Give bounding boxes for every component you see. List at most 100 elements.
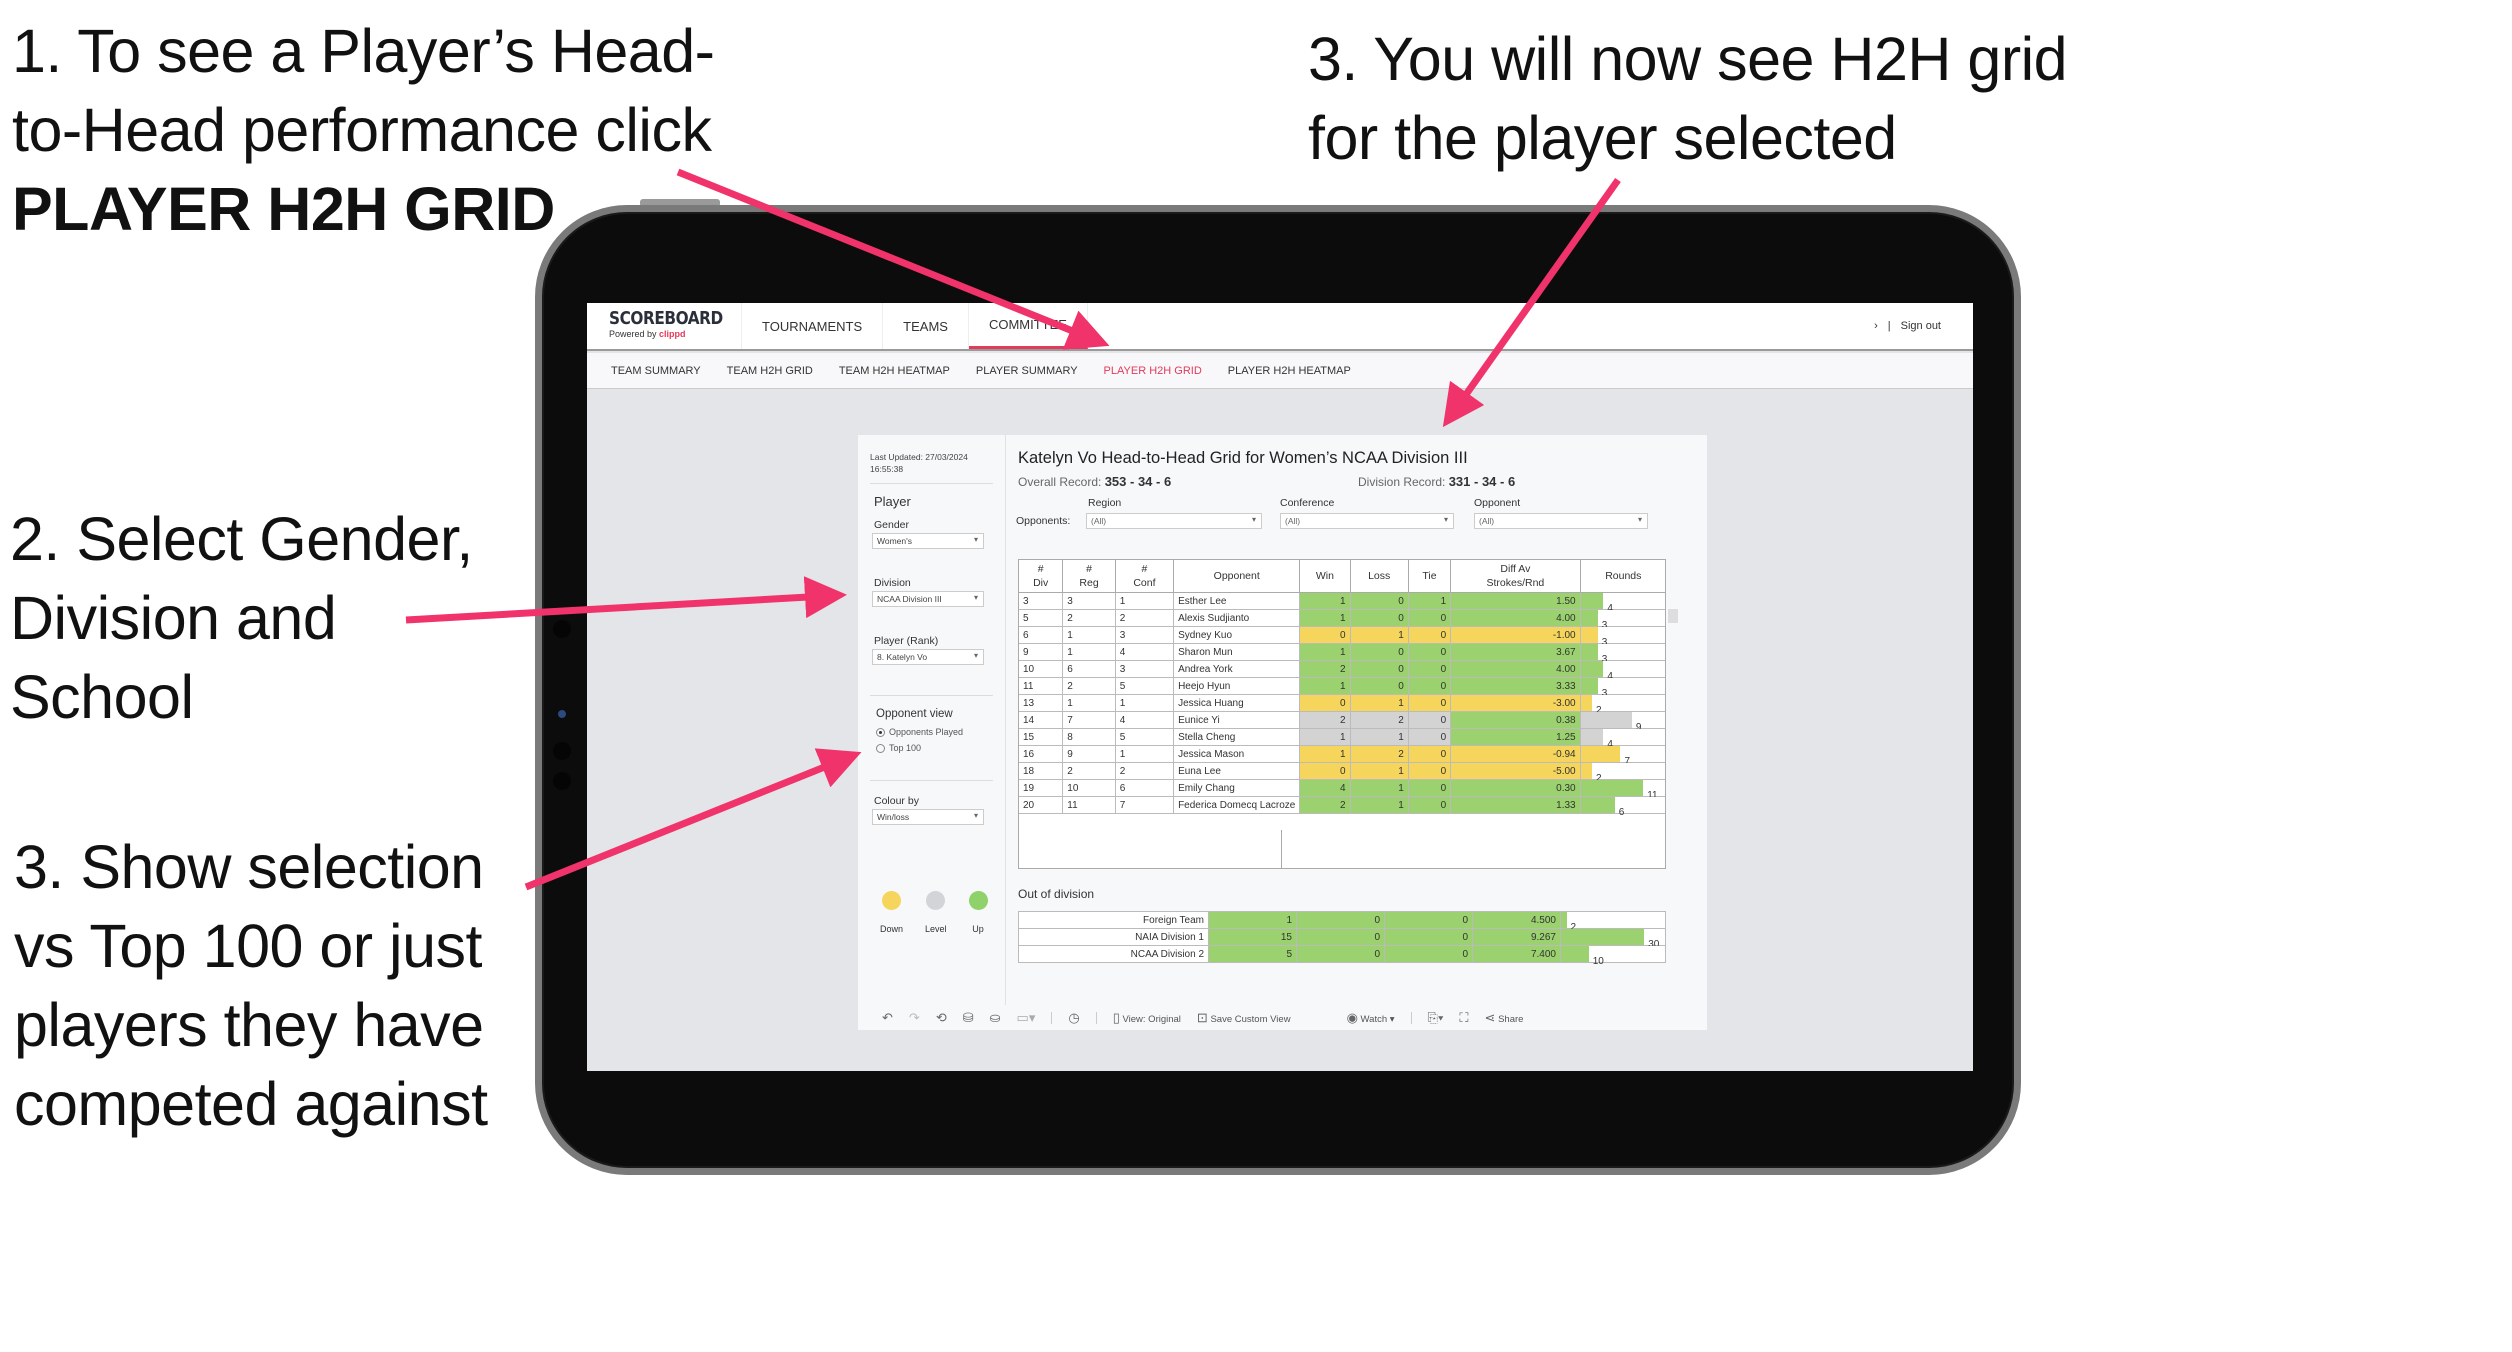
table-row[interactable]: 10 6 3 Andrea York 2 0 0 4.00 4	[1019, 660, 1665, 682]
colour-legend: Down Level Up	[880, 891, 993, 934]
rounds-bar	[1580, 644, 1598, 660]
table-row[interactable]: 18 2 2 Euna Lee 0 1 0 -5.00 2	[1019, 762, 1665, 784]
cell-conf: 1	[1114, 592, 1175, 610]
column-header[interactable]: Rounds	[1579, 560, 1665, 593]
cell-conf: 2	[1114, 609, 1175, 627]
save-view-icon: ⊡	[1196, 1009, 1208, 1025]
conference-select[interactable]: (All)	[1280, 513, 1454, 529]
highlight-icon[interactable]: ▭▾	[1017, 1010, 1036, 1026]
grid-scrollbar[interactable]	[1668, 609, 1678, 623]
view-original-button[interactable]: ▯ View: Original	[1113, 1010, 1181, 1026]
tab-player-h2h-heatmap[interactable]: PLAYER H2H HEATMAP	[1228, 365, 1351, 377]
refresh-data-icon[interactable]: ⛁	[963, 1010, 974, 1026]
cell-rounds: 3	[1579, 609, 1665, 631]
cell-opponent: Eunice Yi	[1173, 711, 1301, 729]
scoreboard-logo[interactable]: SCOREBOARD Powered by clippd	[587, 303, 742, 349]
tab-team-summary[interactable]: TEAM SUMMARY	[611, 365, 701, 377]
cell-win: 0	[1299, 626, 1351, 644]
cell-diff: 3.67	[1450, 643, 1581, 661]
column-header[interactable]: Tie	[1407, 560, 1452, 593]
fullscreen-icon[interactable]: ⛶	[1459, 1010, 1468, 1026]
table-row[interactable]: 6 1 3 Sydney Kuo 0 1 0 -1.00 3	[1019, 626, 1665, 648]
annotation-step-2: 2. Select Gender, Division and School	[10, 500, 473, 737]
opponent-select[interactable]: (All)	[1474, 513, 1648, 529]
chevron-right-icon[interactable]: ›	[1874, 320, 1878, 332]
table-row[interactable]: 15 8 5 Stella Cheng 1 1 0 1.25 4	[1019, 728, 1665, 750]
download-icon[interactable]: ⎘▾	[1428, 1010, 1444, 1026]
nav-teams[interactable]: TEAMS	[883, 303, 969, 349]
colour-by-select[interactable]: Win/loss	[872, 809, 984, 825]
undo-icon[interactable]: ↶	[882, 1010, 893, 1026]
cell-conf: 1	[1114, 694, 1175, 712]
column-header[interactable]: # Reg	[1062, 560, 1116, 593]
division-label: Division	[874, 577, 911, 589]
revert-icon[interactable]: ⟲	[936, 1010, 947, 1026]
table-row[interactable]: 9 1 4 Sharon Mun 1 0 0 3.67 3	[1019, 643, 1665, 665]
pause-data-icon[interactable]: ⛀	[990, 1010, 1001, 1026]
legend-dot-up	[968, 891, 988, 910]
nav-committee[interactable]: COMMITTEE	[968, 303, 1088, 349]
column-header[interactable]: Loss	[1349, 560, 1409, 593]
column-header[interactable]: Diff Av Strokes/Rnd	[1450, 560, 1581, 593]
cell-diff: 4.00	[1450, 660, 1581, 678]
player-select[interactable]: 8. Katelyn Vo	[872, 649, 984, 665]
sign-out-link[interactable]: Sign out	[1901, 320, 1941, 332]
cell-reg: 1	[1062, 643, 1116, 661]
cell-diff: 1.25	[1450, 728, 1581, 746]
table-row[interactable]: 5 2 2 Alexis Sudjianto 1 0 0 4.00 3	[1019, 609, 1665, 631]
gender-select[interactable]: Women's	[872, 533, 984, 549]
cell-rounds: 30	[1560, 928, 1666, 950]
cell-tie: 0	[1407, 694, 1452, 712]
table-row[interactable]: 14 7 4 Eunice Yi 2 2 0 0.38 9	[1019, 711, 1665, 733]
save-custom-view-button[interactable]: ⊡ Save Custom View	[1197, 1010, 1291, 1026]
column-header[interactable]: Win	[1299, 560, 1351, 593]
region-select[interactable]: (All)	[1086, 513, 1262, 529]
table-row[interactable]: NAIA Division 1 15 0 0 9.267 30	[1018, 928, 1666, 950]
cell-win: 0	[1299, 694, 1351, 712]
redo-icon[interactable]: ↷	[909, 1010, 920, 1026]
cell-div: 6	[1019, 626, 1064, 644]
column-header[interactable]: # Div	[1019, 560, 1064, 593]
nav-tournaments[interactable]: TOURNAMENTS	[742, 303, 884, 349]
opponent-view-heading: Opponent view	[876, 708, 953, 720]
table-row[interactable]: 20 11 7 Federica Domecq Lacroze 2 1 0 1.33 6	[1019, 796, 1665, 818]
cell-rounds: 4	[1579, 660, 1665, 682]
page-title: Katelyn Vo Head-to-Head Grid for Women’s…	[1018, 449, 1468, 467]
table-row[interactable]: NCAA Division 2 5 0 0 7.400 10	[1018, 945, 1666, 967]
rounds-bar	[1561, 946, 1589, 962]
table-row[interactable]: 3 3 1 Esther Lee 1 0 1 1.50 4	[1019, 592, 1665, 614]
toolbar-divider	[1410, 1011, 1412, 1024]
toolbar-divider	[1051, 1011, 1053, 1024]
rounds-bar	[1580, 712, 1632, 728]
column-header[interactable]: Opponent	[1173, 560, 1301, 593]
tab-team-h2h-heatmap[interactable]: TEAM H2H HEATMAP	[839, 365, 950, 377]
column-header[interactable]: # Conf	[1114, 560, 1175, 593]
cell-div: 9	[1019, 643, 1064, 661]
table-row[interactable]: 11 2 5 Heejo Hyun 1 0 0 3.33 3	[1019, 677, 1665, 699]
top-nav: SCOREBOARD Powered by clippd TOURNAMENTS…	[587, 303, 1973, 351]
tablet-sensor	[558, 710, 566, 718]
table-row[interactable]: 19 10 6 Emily Chang 4 1 0 0.30 11	[1019, 779, 1665, 801]
cell-tie: 0	[1407, 796, 1452, 814]
radio-top-100[interactable]: Top 100	[876, 740, 993, 756]
cell-reg: 6	[1062, 660, 1116, 678]
radio-opponents-played[interactable]: Opponents Played	[876, 724, 993, 740]
tab-player-h2h-grid[interactable]: PLAYER H2H GRID	[1104, 365, 1202, 377]
cell-loss: 0	[1349, 592, 1409, 610]
cell-win: 4	[1299, 779, 1351, 797]
cell-reg: 2	[1062, 762, 1116, 780]
cell-rounds: 3	[1579, 643, 1665, 665]
watch-button[interactable]: ◉ Watch ▾	[1347, 1010, 1395, 1026]
opponent-label: Opponent	[1474, 497, 1521, 509]
cell-reg: 2	[1062, 609, 1116, 627]
tab-team-h2h-grid[interactable]: TEAM H2H GRID	[727, 365, 813, 377]
table-row[interactable]: 13 1 1 Jessica Huang 0 1 0 -3.00 2	[1019, 694, 1665, 716]
metrics-clock-icon[interactable]: ◷	[1068, 1010, 1079, 1026]
table-row[interactable]: 16 9 1 Jessica Mason 1 2 0 -0.94 7	[1019, 745, 1665, 767]
h2h-grid-container[interactable]: # Div # Reg # Conf Opponent Win Loss Tie Diff Av St…	[1018, 559, 1666, 869]
tab-player-summary[interactable]: PLAYER SUMMARY	[976, 365, 1078, 377]
share-button[interactable]: ⋖ Share	[1485, 1010, 1524, 1026]
table-row[interactable]: Foreign Team 1 0 0 4.500 2	[1018, 911, 1666, 933]
division-select[interactable]: NCAA Division III	[872, 591, 984, 607]
cell-opponent: Heejo Hyun	[1173, 677, 1301, 695]
